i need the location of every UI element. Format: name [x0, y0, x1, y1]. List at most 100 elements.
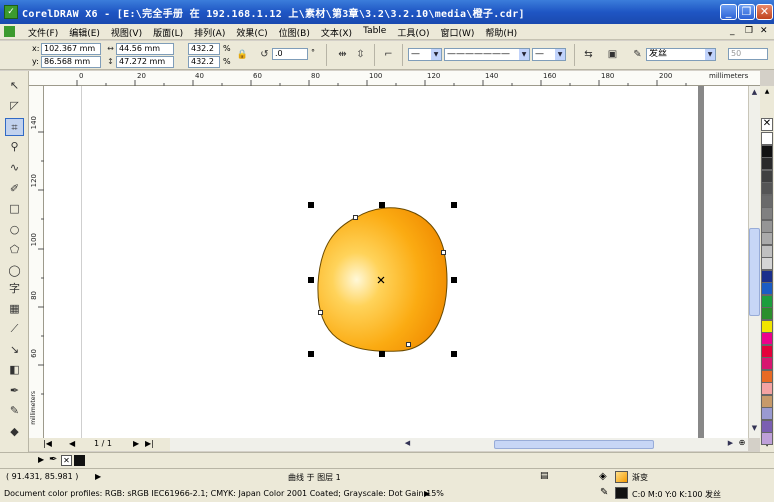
palette-swatch[interactable] [761, 394, 773, 408]
doc-minimize-button[interactable]: _ [730, 26, 735, 36]
orange-shape[interactable] [317, 207, 448, 352]
selection-handle-mr[interactable] [451, 277, 457, 283]
menu-bitmaps[interactable]: 位图(B) [275, 26, 317, 39]
color-profiles-info[interactable]: Document color profiles: RGB: sRGB IEC61… [4, 489, 444, 498]
width-field[interactable]: 44.56 mm [116, 43, 174, 55]
menu-table[interactable]: Table [359, 26, 393, 39]
selection-handle-tr[interactable] [451, 202, 457, 208]
menu-edit[interactable]: 编辑(E) [65, 26, 107, 39]
palette-scroll-up-icon[interactable]: ▲ [761, 88, 773, 98]
selection-handle-ml[interactable] [308, 277, 314, 283]
palette-swatch[interactable] [761, 182, 773, 195]
palette-swatch[interactable] [761, 232, 773, 245]
outline-tool-icon[interactable]: ✎ [5, 402, 24, 420]
rotation-field[interactable]: .0 [272, 48, 308, 60]
menu-text[interactable]: 文本(X) [317, 26, 359, 39]
minimize-button[interactable]: _ [720, 4, 737, 20]
selection-handle-tc[interactable] [379, 202, 385, 208]
start-arrow-dropdown[interactable]: — ▼ [408, 48, 442, 61]
selection-handle-bl[interactable] [308, 351, 314, 357]
pick-tool-icon[interactable]: ↖ [5, 77, 24, 95]
outline-width-dropdown[interactable]: 发丝 ▼ [646, 48, 716, 61]
coreldraw-app-icon[interactable]: ✓ [4, 5, 18, 19]
menu-layout[interactable]: 版面(L) [149, 26, 190, 39]
palette-swatch[interactable] [761, 307, 773, 320]
blend-tool-icon[interactable]: ◧ [5, 361, 24, 379]
fill-tool-icon[interactable]: ◆ [5, 423, 24, 441]
palette-swatch[interactable] [761, 294, 773, 308]
vertical-scrollbar[interactable]: ▲ ▼ [748, 86, 760, 438]
round-corner-icon[interactable]: ⌐ [382, 48, 395, 61]
h-scroll-thumb[interactable] [494, 440, 654, 449]
numeric-field[interactable]: 50 [728, 48, 768, 60]
mirror-vertical-icon[interactable]: ⇳ [354, 48, 367, 61]
height-field[interactable]: 47.272 mm [116, 56, 174, 68]
selection-handle-br[interactable] [451, 351, 457, 357]
profiles-arrow-icon[interactable]: ▶ [424, 489, 430, 498]
no-color-swatch[interactable]: ✕ [61, 455, 72, 466]
vertical-ruler[interactable]: 140 120 100 80 60 millimeters [29, 86, 44, 438]
menu-arrange[interactable]: 排列(A) [190, 26, 232, 39]
maximize-button[interactable]: ❐ [738, 4, 755, 20]
horizontal-scrollbar[interactable]: ◀ ▶ ⊕ [170, 438, 748, 451]
table-tool-icon[interactable]: ▦ [5, 300, 24, 318]
x-position-field[interactable]: 102.367 mm [41, 43, 101, 55]
mirror-horizontal-icon[interactable]: ⇹ [336, 48, 349, 61]
scroll-left-icon[interactable]: ◀ [402, 439, 413, 450]
line-style-dropdown[interactable]: ——————— ▼ [444, 48, 530, 61]
palette-swatch[interactable] [761, 219, 773, 233]
drawing-canvas[interactable] [44, 86, 748, 438]
scroll-down-icon[interactable]: ▼ [749, 424, 760, 435]
smart-fill-tool-icon[interactable]: ✐ [5, 180, 24, 198]
eyedropper-tool-icon[interactable]: ✒ [5, 382, 24, 400]
fill-color-swatch[interactable] [615, 471, 628, 483]
to-front-icon[interactable]: ▣ [606, 48, 619, 61]
palette-swatch[interactable] [761, 432, 773, 445]
palette-swatch[interactable] [761, 419, 773, 433]
selection-handle-tl[interactable] [308, 202, 314, 208]
coords-arrow-icon[interactable]: ▶ [95, 472, 101, 481]
palette-swatch[interactable] [761, 169, 773, 183]
menu-tools[interactable]: 工具(O) [393, 26, 436, 39]
ellipse-tool-icon[interactable]: ○ [5, 221, 24, 239]
orange-drawing[interactable] [44, 86, 748, 438]
menu-view[interactable]: 视图(V) [107, 26, 149, 39]
palette-swatch[interactable] [761, 257, 773, 270]
selection-handle-bc[interactable] [379, 351, 385, 357]
prev-page-icon[interactable]: ◀ [69, 439, 75, 448]
zoom-navigator-icon[interactable]: ⊕ [736, 438, 748, 451]
doc-restore-button[interactable]: ❐ [745, 26, 753, 36]
palette-swatch[interactable] [761, 132, 773, 145]
polygon-tool-icon[interactable]: ⬠ [5, 241, 24, 259]
text-tool-icon[interactable]: 字 [5, 280, 24, 298]
menu-file[interactable]: 文件(F) [24, 26, 65, 39]
first-page-icon[interactable]: |◀ [43, 439, 52, 448]
scroll-up-icon[interactable]: ▲ [749, 88, 760, 99]
shape-tool-icon[interactable]: ◸ [5, 97, 24, 115]
curve-node[interactable] [441, 250, 446, 255]
scroll-right-icon[interactable]: ▶ [725, 439, 736, 450]
doc-info-icon[interactable]: ▤ [540, 471, 549, 481]
text-wrap-icon[interactable]: ⇆ [582, 48, 595, 61]
scale-y-field[interactable]: 432.2 [188, 56, 220, 68]
connector-tool-icon[interactable]: ↘ [5, 341, 24, 359]
palette-swatch[interactable] [761, 282, 773, 295]
horizontal-ruler[interactable]: 0 20 40 60 80 100 120 140 160 180 200 mi… [29, 71, 760, 86]
palette-swatch[interactable] [761, 344, 773, 358]
palette-swatch[interactable] [761, 269, 773, 283]
crop-tool-icon[interactable]: ⌗ [5, 118, 24, 136]
basic-shapes-tool-icon[interactable]: ◯ [5, 262, 24, 280]
palette-swatch[interactable] [761, 207, 773, 220]
scale-x-field[interactable]: 432.2 [188, 43, 220, 55]
outline-color-swatch[interactable] [615, 487, 628, 499]
palette-swatch[interactable] [761, 144, 773, 158]
next-page-icon[interactable]: ▶ [133, 439, 139, 448]
palette-swatch[interactable] [761, 382, 773, 395]
y-position-field[interactable]: 86.568 mm [41, 56, 101, 68]
palette-swatch[interactable] [761, 157, 773, 170]
close-button[interactable]: ✕ [756, 4, 773, 20]
palette-swatch[interactable] [761, 407, 773, 420]
curve-node[interactable] [318, 310, 323, 315]
palette-swatch[interactable] [761, 244, 773, 258]
black-swatch[interactable] [74, 455, 85, 466]
